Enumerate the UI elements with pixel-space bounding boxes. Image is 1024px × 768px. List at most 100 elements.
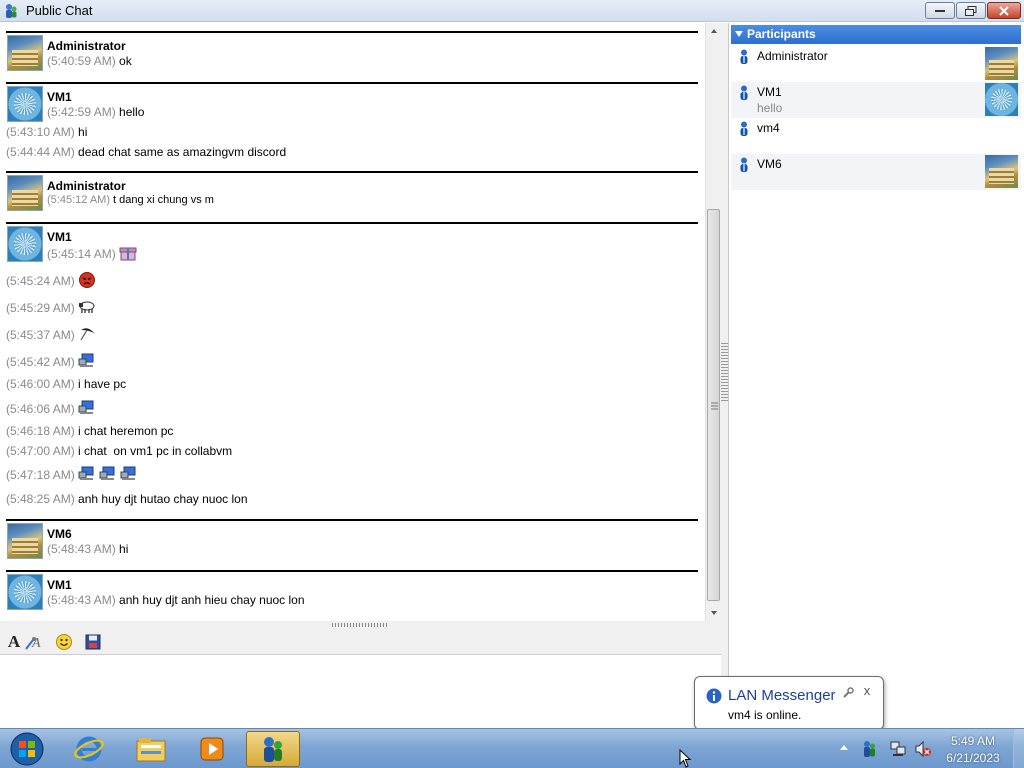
lan-messenger-icon <box>264 737 282 762</box>
sender-name: VM1 <box>47 90 72 104</box>
minimize-icon <box>935 9 945 12</box>
message-input[interactable] <box>0 655 721 728</box>
timestamp: (5:40:59 AM) <box>47 54 116 68</box>
participant-name: VM6 <box>757 157 782 171</box>
angry-face-icon <box>78 272 96 288</box>
avatar <box>7 86 43 122</box>
timestamp: (5:46:00 AM) <box>6 377 75 391</box>
message-line: (5:45:42 AM) <box>6 353 96 369</box>
format-toolbar: A A <box>0 629 721 655</box>
message-block: VM1 (5:48:43 AM) anh huy djt anh hieu ch… <box>6 570 698 620</box>
show-hidden-icons-icon[interactable] <box>839 743 849 751</box>
message-text: i chat heremon pc <box>78 424 174 438</box>
timestamp: (5:48:25 AM) <box>6 492 75 506</box>
lan-messenger-tray-icon[interactable] <box>860 740 878 758</box>
scroll-thumb[interactable] <box>707 209 720 601</box>
minimize-button[interactable] <box>925 2 955 19</box>
participant-name: vm4 <box>757 121 780 135</box>
avatar <box>7 523 43 559</box>
font-icon[interactable]: A <box>4 632 24 652</box>
taskbar-file-explorer[interactable] <box>124 731 178 767</box>
message-line: (5:45:14 AM) <box>47 245 137 261</box>
message-text: i chat on vm1 pc in collabvm <box>78 444 233 458</box>
message-line: (5:47:00 AM) i chat on vm1 pc in collabv… <box>6 444 232 458</box>
scroll-up-arrow-icon[interactable] <box>706 23 722 39</box>
grip-icon <box>711 402 718 410</box>
participant-vm4[interactable]: vm4 <box>731 118 1021 154</box>
title-bar: Public Chat <box>0 0 1024 22</box>
close-button[interactable] <box>987 2 1021 19</box>
participant-administrator[interactable]: Administrator <box>731 46 1021 82</box>
horizontal-splitter[interactable] <box>0 621 721 629</box>
message-line: (5:40:59 AM) ok <box>47 54 132 68</box>
message-line: (5:46:18 AM) i chat heremon pc <box>6 424 173 438</box>
participant-avatar <box>985 155 1018 188</box>
computer-icon <box>99 466 117 482</box>
user-online-icon <box>740 157 748 172</box>
splitter-grip <box>721 343 728 403</box>
message-text: anh huy djt hutao chay nuoc lon <box>78 492 248 506</box>
volume-muted-icon[interactable] <box>914 740 932 758</box>
close-icon <box>999 5 1009 16</box>
start-button[interactable] <box>2 730 52 768</box>
clock-time[interactable]: 5:49 AM <box>934 734 1012 748</box>
notification-text: vm4 is online. <box>728 708 802 722</box>
network-icon[interactable] <box>889 740 907 758</box>
message-block: Administrator (5:40:59 AM) ok <box>6 31 698 81</box>
scroll-down-arrow-icon[interactable] <box>706 605 722 621</box>
timestamp: (5:45:24 AM) <box>6 274 75 288</box>
message-line: (5:45:24 AM) <box>6 272 96 288</box>
message-line: (5:48:43 AM) anh huy djt anh hieu chay n… <box>47 593 305 607</box>
user-online-icon <box>740 85 748 100</box>
timestamp: (5:45:29 AM) <box>6 301 75 315</box>
taskbar-media-player[interactable] <box>185 731 239 767</box>
participant-vm6[interactable]: VM6 <box>731 154 1021 190</box>
computer-icon <box>78 466 96 482</box>
message-text: dead chat same as amazingvm discord <box>78 145 287 159</box>
smiley-icon[interactable] <box>54 632 74 652</box>
message-line: (5:43:10 AM) hi <box>6 125 87 139</box>
message-text: t dang xi chung vs m <box>113 194 214 206</box>
show-desktop-button[interactable] <box>1013 729 1024 768</box>
participant-status-note: hello <box>757 101 783 115</box>
gift-icon <box>119 245 137 261</box>
font-color-icon[interactable]: A <box>24 632 44 652</box>
timestamp: (5:47:00 AM) <box>6 444 75 458</box>
save-icon[interactable] <box>83 632 103 652</box>
participants-header[interactable]: Participants <box>731 25 1021 44</box>
notification-close-button[interactable]: x <box>861 684 873 698</box>
participant-avatar <box>985 83 1018 116</box>
timestamp: (5:45:37 AM) <box>6 328 75 342</box>
collapse-arrow-icon <box>735 31 743 37</box>
taskbar-lan-messenger[interactable] <box>246 731 300 767</box>
avatar <box>7 35 43 71</box>
message-line: (5:44:44 AM) dead chat same as amazingvm… <box>6 145 286 159</box>
chat-scrollbar[interactable] <box>705 23 721 621</box>
avatar <box>7 175 43 211</box>
message-line: (5:47:18 AM) <box>6 466 138 482</box>
wrench-icon[interactable] <box>841 686 855 700</box>
message-text: anh huy djt anh hieu chay nuoc lon <box>119 593 305 607</box>
notification-balloon[interactable]: LAN Messenger vm4 is online. x <box>694 676 884 739</box>
timestamp: (5:47:18 AM) <box>6 468 75 482</box>
message-block: VM1 (5:45:14 AM) (5:45:24 AM) (5:45:29 A… <box>6 222 698 518</box>
participant-name: VM1 <box>757 85 782 99</box>
participant-avatar <box>985 47 1018 80</box>
sender-name: VM1 <box>47 230 72 244</box>
clock-date[interactable]: 6/21/2023 <box>934 751 1012 765</box>
window-title: Public Chat <box>26 3 93 18</box>
timestamp: (5:45:12 AM) <box>47 194 110 206</box>
timestamp: (5:48:43 AM) <box>47 542 116 556</box>
message-line: (5:45:37 AM) <box>6 326 96 342</box>
mouse-cursor-icon <box>679 749 691 768</box>
vertical-splitter[interactable] <box>721 23 728 728</box>
participant-vm1[interactable]: VM1 hello <box>731 82 1021 118</box>
timestamp: (5:42:59 AM) <box>47 105 116 119</box>
message-line: (5:45:29 AM) <box>6 299 96 315</box>
taskbar-internet-explorer[interactable] <box>62 731 116 767</box>
message-block: VM6 (5:48:43 AM) hi <box>6 519 698 569</box>
restore-button[interactable] <box>956 2 986 19</box>
computer-icon <box>78 400 96 416</box>
splitter-grip <box>332 623 388 627</box>
timestamp: (5:48:43 AM) <box>47 593 116 607</box>
